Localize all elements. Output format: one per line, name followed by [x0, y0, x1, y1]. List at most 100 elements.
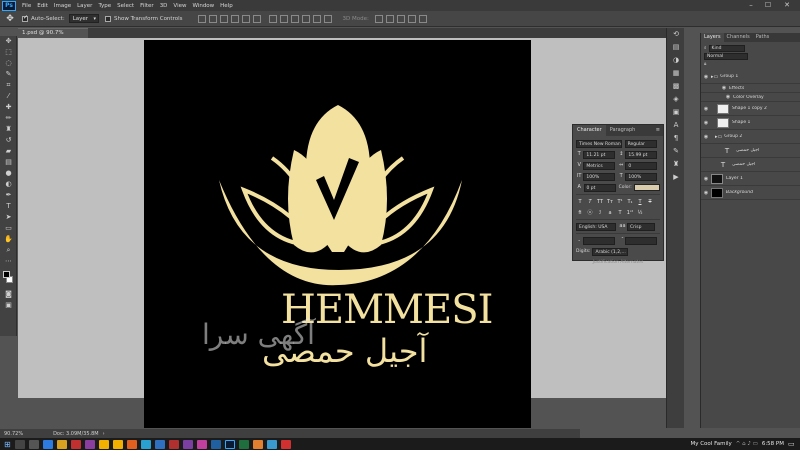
app-icon[interactable]	[112, 439, 123, 449]
eye-icon[interactable]: ◉	[701, 190, 711, 196]
opentype-fraction-button[interactable]: ½	[636, 209, 644, 217]
distribute-hcenter-icon[interactable]	[313, 14, 322, 23]
actions-panel-icon[interactable]: ▶	[667, 171, 685, 184]
history-panel-icon[interactable]: ⟲	[667, 28, 685, 41]
app-icon[interactable]	[266, 439, 277, 449]
3d-pan-icon[interactable]	[396, 14, 405, 23]
align-top-icon[interactable]	[198, 14, 207, 23]
adjustments-panel-icon[interactable]: ◑	[667, 54, 685, 67]
auto-select-dropdown[interactable]: Layer	[68, 14, 100, 23]
crop-icon[interactable]: ⌗	[0, 80, 17, 91]
eye-icon[interactable]: ◉	[701, 106, 711, 112]
notification-icon[interactable]: ▭	[788, 440, 798, 448]
eye-icon[interactable]: ◉	[719, 85, 729, 91]
font-style-dropdown[interactable]: Regular	[624, 139, 657, 148]
firefox-icon[interactable]	[252, 439, 263, 449]
menu-select[interactable]: Select	[117, 3, 134, 9]
layer-row[interactable]: ◉ ▸▭ Group 1	[701, 70, 800, 84]
underline-button[interactable]: T	[636, 198, 644, 206]
menu-type[interactable]: Type	[98, 3, 111, 9]
menu-layer[interactable]: Layer	[77, 3, 92, 9]
app-icon[interactable]	[126, 439, 137, 449]
distribute-top-icon[interactable]	[269, 14, 278, 23]
app-icon[interactable]	[84, 439, 95, 449]
gradient-icon[interactable]: ▤	[0, 157, 17, 168]
distribute-vcenter-icon[interactable]	[280, 14, 289, 23]
brush-panel-icon[interactable]: ✎	[667, 145, 685, 158]
3d-rotate-icon[interactable]	[374, 14, 383, 23]
distribute-right-icon[interactable]	[324, 14, 333, 23]
status-menu-icon[interactable]: ›	[103, 431, 105, 437]
app-icon[interactable]	[70, 439, 81, 449]
document-canvas[interactable]: HEMMESI آجیل حمصی آگهی سرا	[144, 40, 531, 428]
align-hcenter-icon[interactable]	[242, 14, 251, 23]
justification-alternates-label[interactable]: Justification Alternates	[593, 260, 644, 265]
blend-mode-dropdown[interactable]: Normal	[704, 52, 748, 60]
eyedropper-icon[interactable]: ⁄	[0, 91, 17, 102]
app-icon[interactable]	[98, 439, 109, 449]
digits-dropdown[interactable]: Arabic (1,2,...	[592, 247, 629, 256]
font-family-dropdown[interactable]: Times New Roman	[576, 139, 622, 148]
all-caps-button[interactable]: TT	[596, 198, 604, 206]
app-icon[interactable]	[154, 439, 165, 449]
move-icon[interactable]: ✥	[0, 36, 17, 47]
distribute-bottom-icon[interactable]	[291, 14, 300, 23]
3d-scale-icon[interactable]	[418, 14, 427, 23]
search-icon[interactable]	[14, 439, 25, 449]
align-left-icon[interactable]	[231, 14, 240, 23]
opentype-oldstyle-button[interactable]: ⓞ	[586, 209, 594, 217]
menu-filter[interactable]: Filter	[140, 3, 154, 9]
menu-view[interactable]: View	[173, 3, 186, 9]
tab-layers[interactable]: Layers	[701, 33, 724, 42]
tracking-field[interactable]: 0	[625, 161, 657, 170]
brush-icon[interactable]: ✏	[0, 113, 17, 124]
document-tab[interactable]: 1.psd @ 90.7% (RGB/8#) *	[18, 28, 88, 45]
kashida-field[interactable]	[583, 236, 615, 245]
minimize-icon[interactable]: –	[744, 0, 758, 11]
menu-3d[interactable]: 3D	[160, 3, 168, 9]
libraries-panel-icon[interactable]: ▣	[667, 106, 685, 119]
leading-field[interactable]: 15.99 pt	[625, 150, 657, 159]
auto-select-checkbox[interactable]	[22, 15, 28, 22]
layer-row[interactable]: ◉ ▸▭ Group 2	[701, 130, 800, 144]
hand-icon[interactable]: ✋	[0, 234, 17, 245]
eye-icon[interactable]: ◉	[701, 120, 711, 126]
strikethrough-button[interactable]: T	[646, 198, 654, 206]
show-transform-checkbox[interactable]	[105, 15, 112, 22]
move-tool-icon[interactable]: ✥	[4, 13, 16, 25]
maximize-icon[interactable]: ☐	[761, 0, 775, 11]
app-icon[interactable]	[182, 439, 193, 449]
layer-row[interactable]: ◉ T آجیل حمصی	[701, 144, 800, 158]
styles-panel-icon[interactable]: ◈	[667, 93, 685, 106]
character-panel-icon[interactable]: A	[667, 119, 685, 132]
align-bottom-icon[interactable]	[220, 14, 229, 23]
layer-row[interactable]: ◉ Shape 1	[701, 116, 800, 130]
quick-mask-icon[interactable]: ◙	[0, 289, 17, 300]
distribute-left-icon[interactable]	[302, 14, 311, 23]
align-right-icon[interactable]	[253, 14, 262, 23]
more-tools-icon[interactable]: ⋯	[0, 256, 17, 267]
eye-icon[interactable]: ◉	[701, 74, 711, 80]
layer-row[interactable]: ◉ Color Overlay	[701, 93, 800, 102]
windows-start-icon[interactable]: ⊞	[4, 440, 11, 449]
filter-kind-dropdown[interactable]: Kind	[708, 44, 745, 52]
tab-paths[interactable]: Paths	[753, 33, 773, 42]
zoom-icon[interactable]: ⌕	[0, 245, 17, 256]
tray-icons[interactable]: ^ ⌂ ♪ ▭	[736, 441, 758, 447]
superscript-button[interactable]: T¹	[616, 198, 624, 206]
eye-icon[interactable]: ◉	[723, 94, 733, 100]
eye-icon[interactable]: ◉	[701, 176, 711, 182]
dodge-icon[interactable]: ◐	[0, 179, 17, 190]
opentype-stylistic-button[interactable]: a	[606, 209, 614, 217]
blur-icon[interactable]: ●	[0, 168, 17, 179]
anti-alias-dropdown[interactable]: Crisp	[627, 222, 655, 231]
app-icon[interactable]	[140, 439, 151, 449]
align-vcenter-icon[interactable]	[209, 14, 218, 23]
path-select-icon[interactable]: ➤	[0, 212, 17, 223]
file-explorer-icon[interactable]	[56, 439, 67, 449]
opentype-swash-button[interactable]: ℐ	[596, 209, 604, 217]
menu-edit[interactable]: Edit	[37, 3, 48, 9]
opentype-titling-button[interactable]: T	[616, 209, 624, 217]
app-icon[interactable]	[280, 439, 291, 449]
swatches-panel-icon[interactable]: ▩	[667, 80, 685, 93]
